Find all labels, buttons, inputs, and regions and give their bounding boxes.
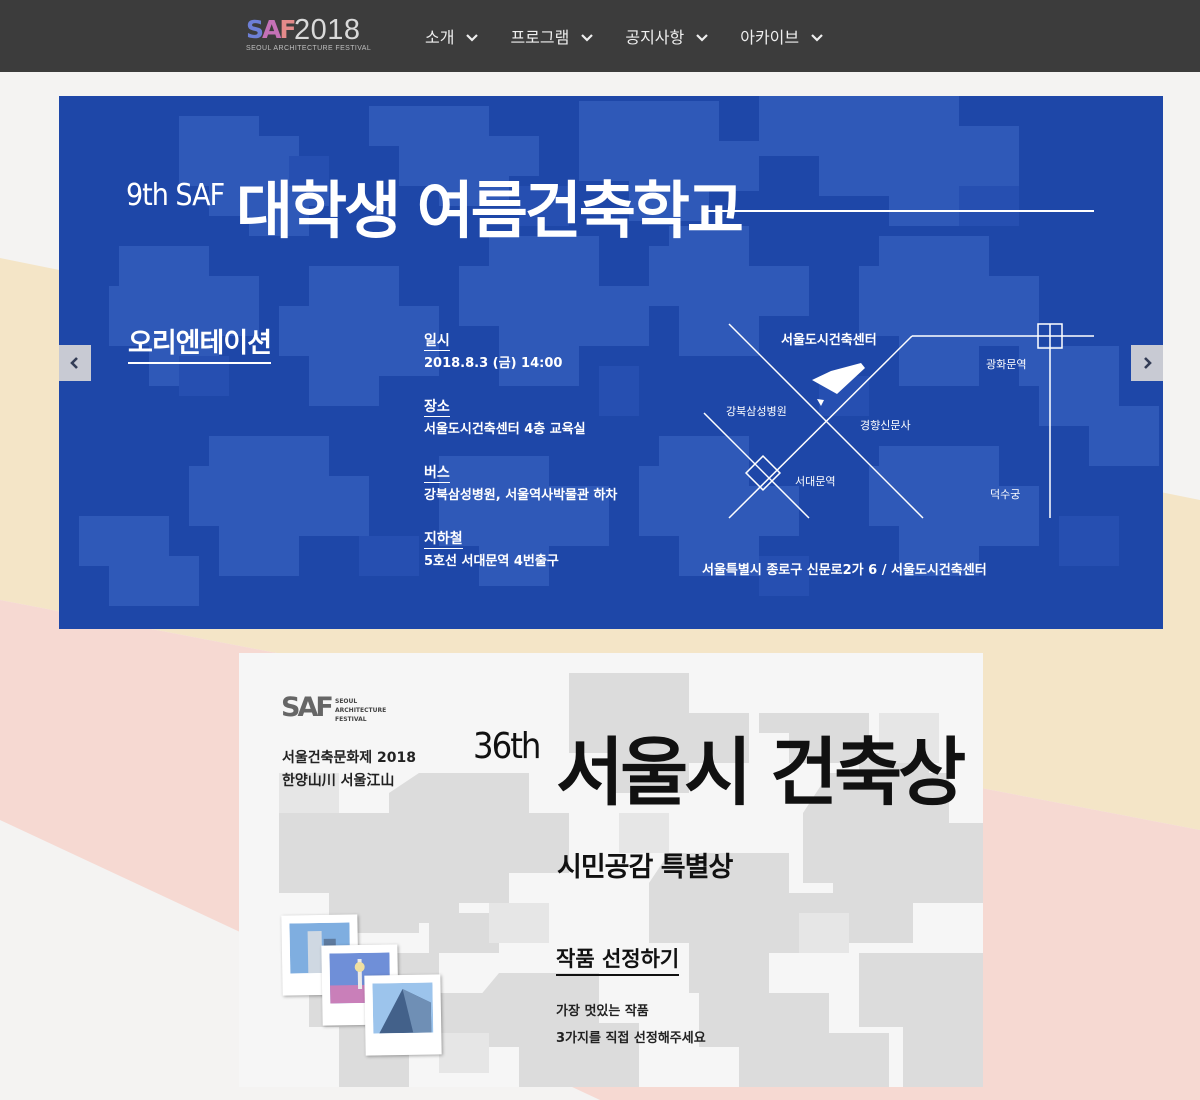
- select-works-link[interactable]: 작품 선정하기: [556, 945, 680, 976]
- nav-item-label: 프로그램: [510, 28, 570, 47]
- nav-item-label: 소개: [425, 28, 455, 47]
- festival-name: 서울건축문화제 2018 한양山川 서울江山: [282, 747, 416, 793]
- main-nav: 소개 프로그램 공지사항 아카이브: [425, 0, 855, 72]
- nav-item-about[interactable]: 소개: [425, 24, 480, 48]
- info-date: 일시 2018.8.3 (금) 14:00: [424, 330, 617, 373]
- nav-item-label: 공지사항: [625, 28, 685, 47]
- info-subway: 지하철 5호선 서대문역 4번출구: [424, 528, 617, 571]
- polaroid-photo-3: [364, 974, 442, 1056]
- slider-next-button[interactable]: [1131, 345, 1163, 381]
- nav-item-program[interactable]: 프로그램: [510, 24, 595, 48]
- map-label-deoksugung: 덕수궁: [990, 488, 1021, 501]
- award-subtitle: 시민공감 특별상: [557, 852, 733, 883]
- title-divider: [707, 210, 1094, 212]
- saf-logo-mark: SAF: [281, 692, 334, 723]
- info-value: 2018.8.3 (금) 14:00: [424, 356, 563, 371]
- map-label-center: 서울도시건축센터: [781, 333, 877, 348]
- info-value: 5호선 서대문역 4번출구: [424, 554, 559, 569]
- map-label-gwanghwamun: 광화문역: [986, 358, 1027, 371]
- saf-logo: SAF SEOUL ARCHITECTURE FESTIVAL: [281, 692, 386, 724]
- nav-item-label: 아카이브: [740, 28, 800, 47]
- chevron-down-icon: [696, 33, 709, 42]
- banner-edition: 9th SAF: [126, 178, 225, 213]
- info-value: 서울도시건축센터 4층 교육실: [424, 422, 586, 437]
- festival-line-2: 한양山川 서울江山: [282, 773, 395, 789]
- award-description: 가장 멋있는 작품 3가지를 직접 선정해주세요: [556, 998, 706, 1052]
- saf-logo-mark: SAF: [246, 15, 296, 44]
- chevron-down-icon: [581, 33, 594, 42]
- info-bus: 버스 강북삼성병원, 서울역사박물관 하차: [424, 462, 617, 505]
- nav-item-archive[interactable]: 아카이브: [740, 24, 825, 48]
- banner-title: 대학생 여름건축학교: [236, 174, 744, 247]
- summer-school-banner[interactable]: 9th SAF 대학생 여름건축학교 오리엔테이션 일시 2018.8.3 (금…: [59, 96, 1163, 629]
- chevron-left-icon: [70, 357, 78, 369]
- description-line-2: 3가지를 직접 선정해주세요: [556, 1031, 706, 1046]
- nav-item-notice[interactable]: 공지사항: [625, 24, 710, 48]
- map-label-seodaemun: 서대문역: [795, 475, 836, 488]
- map-label-hospital: 강북삼성병원: [726, 405, 787, 418]
- saf-logo-text: SEOUL ARCHITECTURE FESTIVAL: [335, 698, 387, 723]
- award-title: 서울시 건축상: [556, 730, 966, 816]
- slider-prev-button[interactable]: [59, 345, 91, 381]
- chevron-right-icon: [1144, 357, 1152, 369]
- map-label-kyunghyang: 경향신문사: [860, 419, 911, 432]
- event-info: 일시 2018.8.3 (금) 14:00 장소 서울도시건축센터 4층 교육실…: [424, 330, 617, 594]
- chevron-down-icon: [466, 33, 479, 42]
- info-label: 버스: [424, 465, 450, 483]
- logo-year: 2018: [294, 14, 361, 46]
- glass-building-photo: [372, 982, 434, 1034]
- chevron-down-icon: [811, 33, 823, 42]
- banner-subtitle: 오리엔테이션: [128, 328, 272, 364]
- info-label: 지하철: [424, 531, 463, 549]
- festival-line-1: 서울건축문화제 2018: [282, 750, 416, 766]
- architecture-award-banner[interactable]: SAF SEOUL ARCHITECTURE FESTIVAL 서울건축문화제 …: [239, 653, 983, 1087]
- info-label: 일시: [424, 333, 450, 351]
- award-edition: 36th: [473, 726, 541, 767]
- saf-2018-logo[interactable]: SAF 2018 SEOUL ARCHITECTURE FESTIVAL: [246, 14, 376, 58]
- logo-subtitle: SEOUL ARCHITECTURE FESTIVAL: [246, 45, 372, 52]
- address-text: 서울특별시 종로구 신문로2가 6 / 서울도시건축센터: [702, 563, 987, 578]
- description-line-1: 가장 멋있는 작품: [556, 1004, 649, 1019]
- info-label: 장소: [424, 399, 450, 417]
- info-venue: 장소 서울도시건축센터 4층 교육실: [424, 396, 617, 439]
- info-value: 강북삼성병원, 서울역사박물관 하차: [424, 488, 618, 503]
- top-navigation-bar: SAF 2018 SEOUL ARCHITECTURE FESTIVAL 소개 …: [0, 0, 1200, 72]
